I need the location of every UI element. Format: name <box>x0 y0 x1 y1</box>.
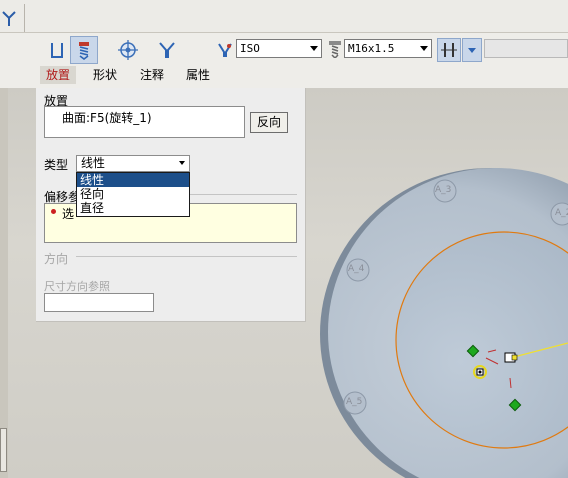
divider <box>190 194 297 195</box>
toolbar-separator <box>24 4 25 32</box>
simple-hole-icon[interactable] <box>43 36 71 64</box>
thread-type-icon <box>214 38 236 60</box>
chevron-down-icon <box>468 47 476 53</box>
hole-label-a2: A_2 <box>555 208 568 218</box>
standard-hole-icon[interactable] <box>70 36 98 64</box>
hole-label-a4: A_4 <box>348 264 365 274</box>
screw-size-value: M16x1.5 <box>348 42 395 55</box>
type-select-value: 线性 <box>81 156 106 170</box>
type-dropdown-list: 线性 径向 直径 <box>76 172 190 217</box>
tab-placement[interactable]: 放置 <box>40 66 77 84</box>
screw-size-select[interactable]: M16x1.5 <box>344 39 432 58</box>
top-strip <box>0 0 568 33</box>
depth-option-icon[interactable] <box>437 38 461 62</box>
type-option-linear[interactable]: 线性 <box>77 173 189 187</box>
thread-standard-select[interactable]: ISO <box>236 39 322 58</box>
sash-handle[interactable] <box>0 428 7 472</box>
dimension-direction-reference-field[interactable] <box>44 293 154 312</box>
type-option-diameter[interactable]: 直径 <box>77 201 189 215</box>
type-option-radial[interactable]: 径向 <box>77 187 189 201</box>
tab-properties[interactable]: 属性 <box>180 66 216 84</box>
type-label: 类型 <box>44 158 69 172</box>
type-select[interactable]: 线性 <box>76 155 190 172</box>
hole-dashboard-toolbar: ISO M16x1.5 <box>0 33 568 88</box>
dimension-direction-reference-label: 尺寸方向参照 <box>44 280 110 293</box>
hole-center-marker <box>511 354 518 361</box>
tapped-hole-icon[interactable] <box>114 36 142 64</box>
countersink-icon[interactable] <box>153 36 181 64</box>
required-bullet-icon <box>51 209 56 214</box>
thread-standard-value: ISO <box>240 42 260 55</box>
placement-reference-collector[interactable]: 曲面:F5(旋转_1) <box>44 106 245 138</box>
chevron-down-icon[interactable] <box>420 46 428 51</box>
tab-shape[interactable]: 形状 <box>87 66 123 84</box>
tab-notes[interactable]: 注释 <box>134 66 170 84</box>
hole-label-a5: A_5 <box>346 397 363 407</box>
hole-label-a3: A_3 <box>435 185 452 195</box>
chevron-down-icon[interactable] <box>179 161 185 165</box>
direction-label: 方向 <box>44 252 69 266</box>
flip-button[interactable]: 反向 <box>250 112 288 133</box>
depth-dropdown-button[interactable] <box>462 38 482 62</box>
depth-value-field[interactable] <box>484 39 568 58</box>
offset-item-text: 选 <box>62 207 75 221</box>
placement-reference-value: 曲面:F5(旋转_1) <box>62 111 152 125</box>
screw-size-icon <box>325 38 345 60</box>
datum-tool-icon[interactable] <box>0 8 20 28</box>
chevron-down-icon[interactable] <box>310 46 318 51</box>
divider <box>76 256 297 257</box>
